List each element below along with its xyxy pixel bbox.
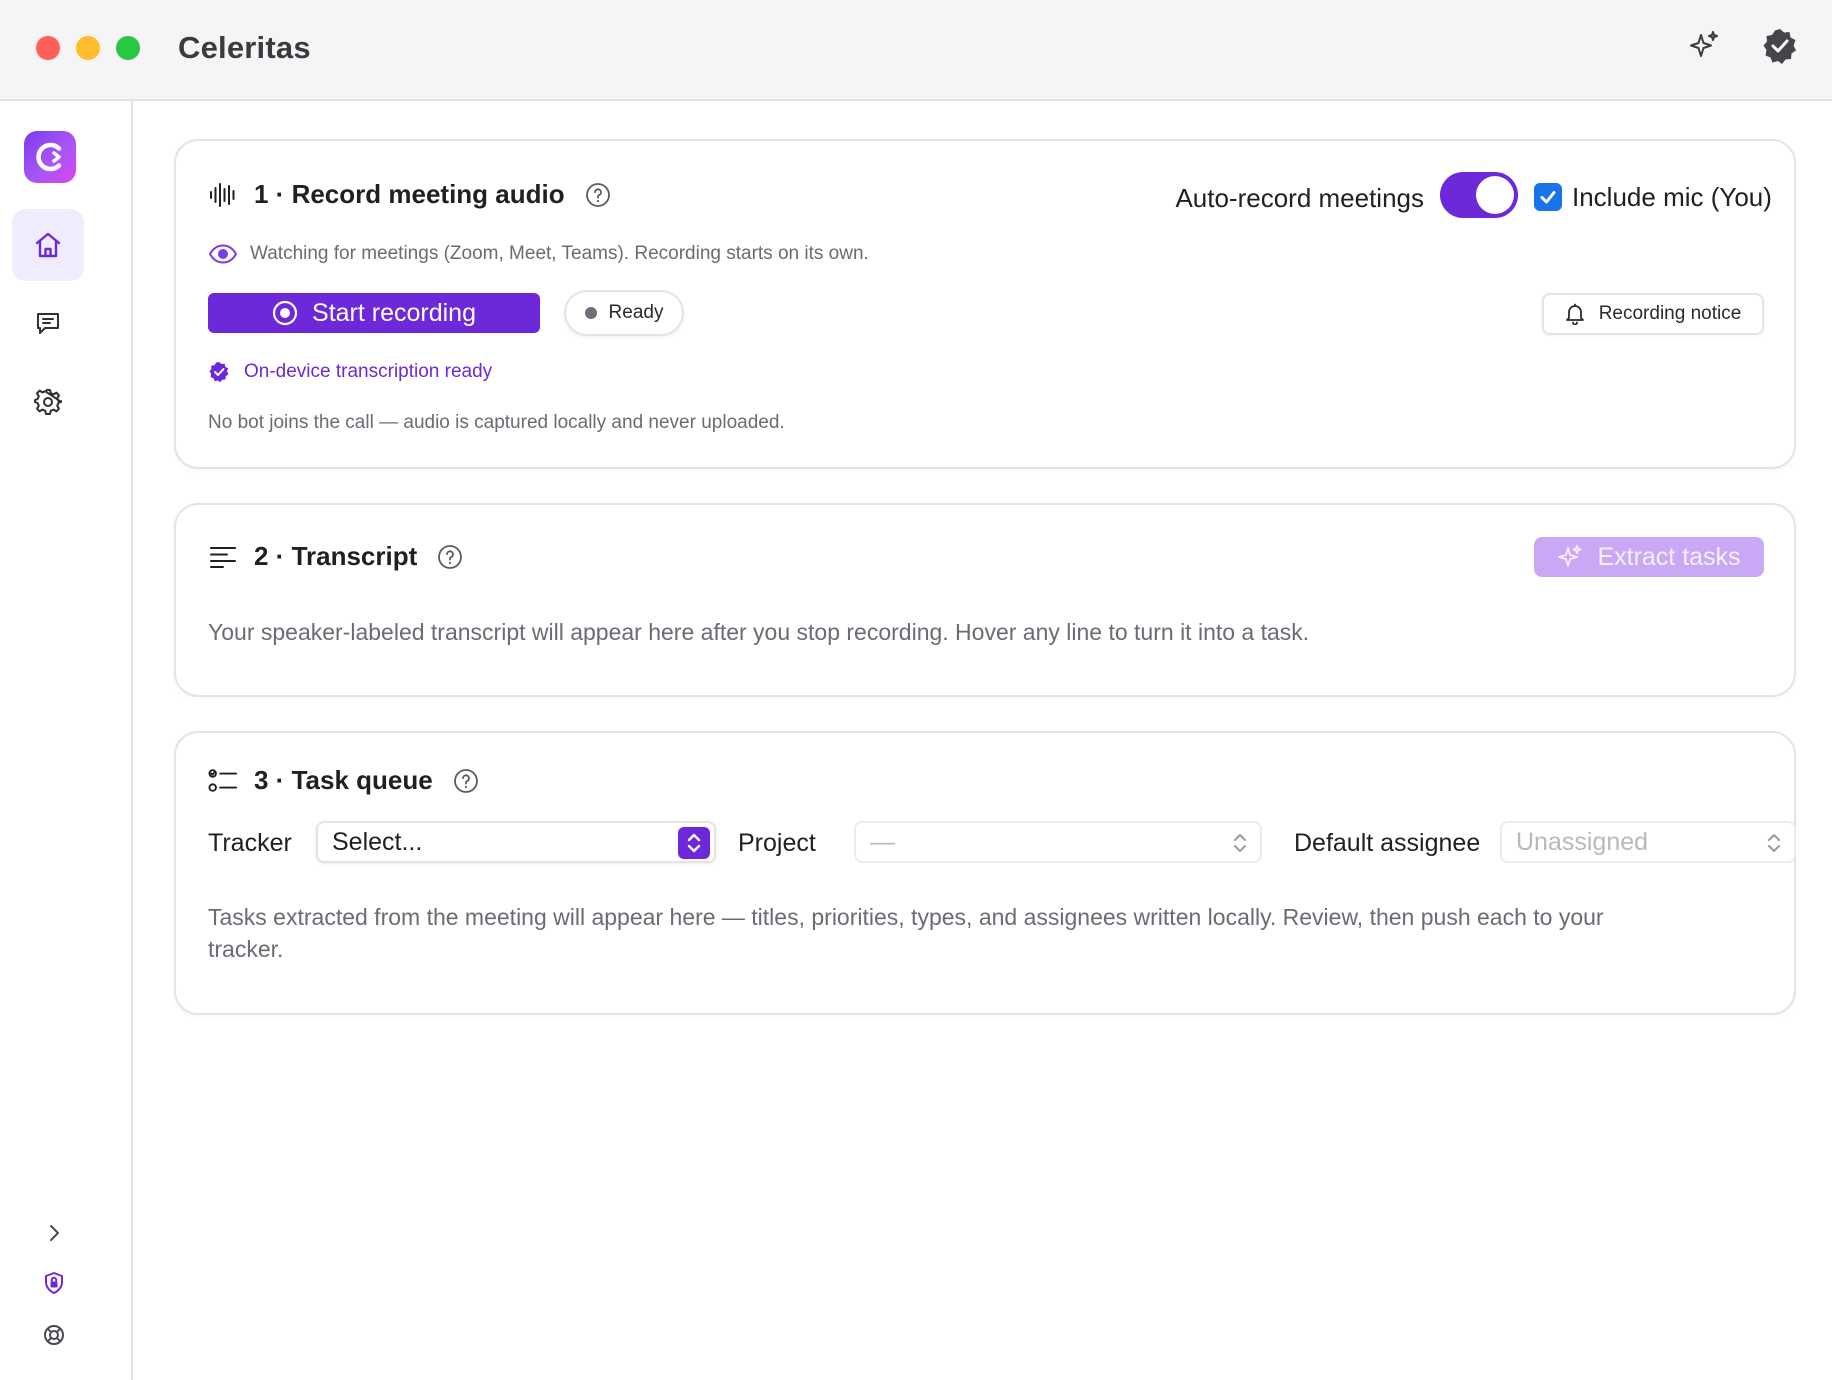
- transcription-status: On-device transcription ready: [208, 361, 492, 383]
- chevron-up-down-icon: [1224, 827, 1256, 859]
- sidebar: [0, 101, 133, 1380]
- transcript-header: 2 · Transcript: [208, 541, 463, 572]
- assignee-label: Default assignee: [1294, 829, 1481, 857]
- zoom-window-button[interactable]: [116, 36, 140, 60]
- close-window-button[interactable]: [36, 36, 60, 60]
- record-icon: [272, 300, 298, 326]
- help-icon[interactable]: [437, 544, 463, 570]
- extract-tasks-button[interactable]: Extract tasks: [1534, 537, 1764, 577]
- watching-text: Watching for meetings (Zoom, Meet, Teams…: [250, 243, 869, 264]
- waveform-icon: [208, 180, 238, 210]
- verified-badge-icon[interactable]: [1760, 26, 1800, 66]
- include-mic-checkbox[interactable]: [1534, 183, 1562, 211]
- support-button[interactable]: [36, 1317, 72, 1353]
- privacy-note: No bot joins the call — audio is capture…: [208, 412, 785, 433]
- verified-icon: [208, 361, 230, 383]
- title-bar: Celeritas: [0, 0, 1832, 101]
- assignee-select-value: Unassigned: [1516, 827, 1649, 856]
- eye-icon: [208, 243, 238, 265]
- align-left-icon: [208, 542, 238, 572]
- sidebar-item-home[interactable]: [12, 209, 84, 281]
- chevron-right-icon: [50, 1225, 59, 1241]
- sidebar-item-messages[interactable]: [12, 287, 84, 359]
- watching-status: Watching for meetings (Zoom, Meet, Teams…: [208, 243, 869, 265]
- lifebuoy-icon: [44, 1325, 64, 1345]
- shield-lock-icon: [45, 1272, 63, 1294]
- assignee-select[interactable]: Unassigned: [1500, 821, 1796, 863]
- project-select[interactable]: —: [854, 821, 1262, 863]
- task-queue-empty-state: Tasks extracted from the meeting will ap…: [208, 904, 1604, 962]
- start-recording-button[interactable]: Start recording: [208, 293, 540, 333]
- start-recording-label: Start recording: [312, 298, 476, 327]
- section-title: 3 · Task queue: [254, 765, 433, 795]
- transcript-empty-state: Your speaker-labeled transcript will app…: [208, 619, 1310, 645]
- extract-tasks-label: Extract tasks: [1597, 542, 1741, 571]
- privacy-button[interactable]: [36, 1265, 72, 1301]
- home-icon: [35, 232, 61, 258]
- project-select-value: —: [870, 827, 895, 856]
- auto-record-label: Auto-record meetings: [1175, 183, 1424, 213]
- record-section: 1 · Record meeting audio Auto-record mee…: [174, 139, 1796, 469]
- chat-icon: [37, 313, 59, 334]
- task-queue-settings: Tracker Select... Project — Default assi…: [208, 821, 1796, 865]
- checklist-icon: [208, 766, 238, 796]
- app-logo: [24, 131, 76, 183]
- task-queue-section: 3 · Task queue Tracker Select... Project…: [174, 731, 1796, 1015]
- auto-record-toggle[interactable]: [1440, 172, 1518, 218]
- help-icon[interactable]: [453, 768, 479, 794]
- help-icon[interactable]: [585, 182, 611, 208]
- toggle-knob: [1476, 176, 1514, 214]
- app-title: Celeritas: [178, 30, 311, 65]
- chevron-up-down-icon: [1758, 827, 1790, 859]
- status-label: Ready: [608, 302, 664, 323]
- status-dot: [584, 307, 597, 319]
- recording-notice-label: Recording notice: [1598, 303, 1742, 324]
- transcript-section: 2 · Transcript Extract tasks Your speake…: [174, 503, 1796, 697]
- sparkle-icon[interactable]: [1684, 26, 1724, 66]
- bell-icon: [1565, 303, 1585, 325]
- sparkle-icon: [1557, 544, 1583, 570]
- tracker-select-value: Select...: [332, 827, 423, 856]
- status-badge: Ready: [564, 290, 684, 336]
- project-label: Project: [738, 829, 816, 857]
- transcription-status-text: On-device transcription ready: [244, 361, 493, 382]
- section-title: 2 · Transcript: [254, 541, 418, 571]
- section-title: 1 · Record meeting audio: [254, 179, 565, 209]
- tracker-label: Tracker: [208, 829, 292, 857]
- task-queue-header: 3 · Task queue: [208, 765, 479, 796]
- chevron-up-down-icon: [678, 827, 710, 859]
- app-window: Celeritas 1 · Record meeting audio Auto-…: [0, 0, 1832, 1380]
- minimize-window-button[interactable]: [76, 36, 100, 60]
- gear-icon: [34, 389, 62, 415]
- include-mic-label[interactable]: Include mic (You): [1572, 182, 1772, 213]
- record-header: 1 · Record meeting audio: [208, 179, 611, 210]
- checkmark-icon: [1540, 191, 1556, 204]
- tracker-select[interactable]: Select...: [316, 821, 716, 863]
- sidebar-item-settings[interactable]: [12, 365, 84, 437]
- expand-sidebar-button[interactable]: [36, 1215, 72, 1251]
- recording-notice-button[interactable]: Recording notice: [1542, 293, 1764, 335]
